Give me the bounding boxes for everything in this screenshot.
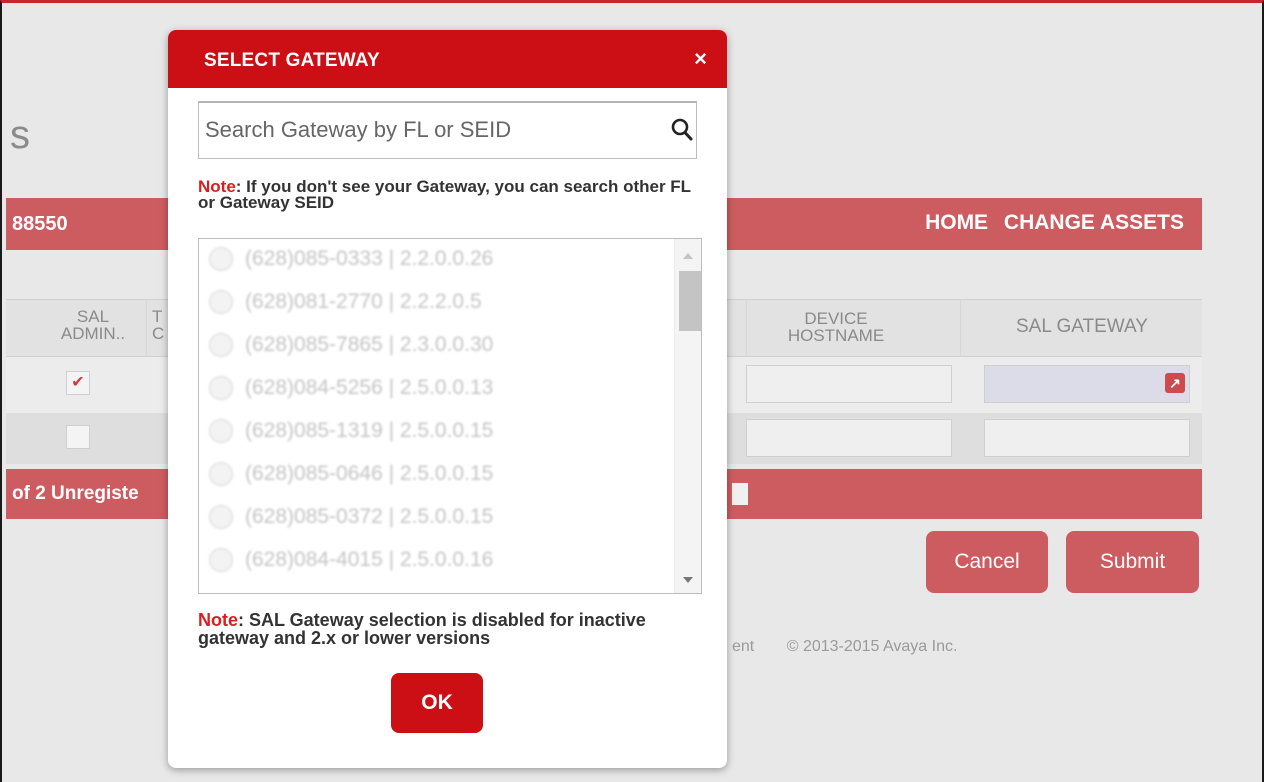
scroll-up-arrow-icon[interactable] (683, 253, 693, 259)
copyright-prefix: ent (732, 638, 755, 655)
sal-gateway-input[interactable] (984, 419, 1190, 457)
submit-button[interactable]: Submit (1066, 531, 1199, 593)
disabled-note: Note: SAL Gateway selection is disabled … (198, 611, 708, 647)
scroll-thumb[interactable] (679, 271, 701, 331)
ok-button[interactable]: OK (391, 673, 483, 733)
gateway-label: (628)084-4015 | 2.5.0.0.16 (245, 548, 494, 571)
device-hostname-input[interactable] (746, 419, 952, 457)
search-icon[interactable] (670, 117, 694, 143)
gateway-list-item: (628)084-5256 | 2.5.0.0.13 (209, 376, 649, 406)
gateway-radio (209, 333, 233, 358)
copyright: ent © 2013-2015 Avaya Inc. (732, 638, 957, 656)
search-note: Note: If you don't see your Gateway, you… (198, 177, 708, 212)
column-header-sal-gateway: SAL GATEWAY (1016, 316, 1148, 337)
gateway-search (198, 101, 697, 159)
external-link-icon[interactable]: ↗ (1165, 373, 1185, 393)
gateway-list-item: (628)085-0372 | 2.5.0.0.15 (209, 505, 649, 535)
sal-admin-checkbox[interactable] (66, 425, 90, 449)
gateway-radio (209, 462, 233, 487)
gateway-radio (209, 548, 233, 573)
sal-gateway-input[interactable]: ↗ (984, 365, 1190, 403)
checkmark-icon: ✔ (71, 374, 85, 391)
gateway-list-item: (628)084-4015 | 2.5.0.0.16 (209, 548, 649, 578)
select-gateway-dialog: SELECT GATEWAY × Note: If you don't see … (168, 30, 727, 768)
device-hostname-input[interactable] (746, 365, 952, 403)
gateway-list-item: (628)085-0333 | 2.2.0.0.26 (209, 247, 649, 277)
note-text: : If you don't see your Gateway, you can… (198, 177, 691, 212)
dialog-title: SELECT GATEWAY (204, 50, 380, 71)
gateway-list[interactable]: (628)085-0333 | 2.2.0.0.26 (628)081-2770… (198, 238, 702, 594)
nav-home-link[interactable]: HOME (925, 211, 988, 234)
gateway-label: (628)085-7865 | 2.3.0.0.30 (245, 333, 494, 356)
pager-control[interactable] (732, 483, 748, 505)
copyright-text: © 2013-2015 Avaya Inc. (786, 638, 958, 655)
gateway-radio (209, 419, 233, 444)
sal-admin-checkbox[interactable]: ✔ (66, 371, 90, 395)
gateway-list-item: (628)085-7865 | 2.3.0.0.30 (209, 333, 649, 363)
column-header-device-hostname: DEVICE HOSTNAME (787, 309, 885, 345)
note-label: Note (198, 610, 238, 630)
gateway-search-input[interactable] (201, 107, 661, 153)
note-text: : SAL Gateway selection is disabled for … (198, 610, 646, 648)
dialog-header: SELECT GATEWAY × (168, 30, 727, 88)
gateway-radio (209, 505, 233, 530)
gateway-radio (209, 376, 233, 401)
gateway-label: (628)085-1319 | 2.5.0.0.15 (245, 419, 494, 442)
gateway-list-item: (628)085-1319 | 2.5.0.0.15 (209, 419, 649, 449)
gateway-label: (628)085-0333 | 2.2.0.0.26 (245, 247, 494, 270)
list-scrollbar[interactable] (674, 239, 701, 593)
gateway-label: (628)085-0646 | 2.5.0.0.15 (245, 462, 494, 485)
scroll-down-arrow-icon[interactable] (683, 577, 693, 583)
close-icon[interactable]: × (694, 46, 707, 72)
account-number: 88550 (12, 213, 68, 235)
gateway-radio (209, 247, 233, 272)
gateway-label: (628)084-5256 | 2.5.0.0.13 (245, 376, 494, 399)
page-title: s (10, 113, 30, 157)
gateway-radio (209, 290, 233, 315)
nav-change-assets-link[interactable]: CHANGE ASSETS (1004, 211, 1184, 234)
gateway-label: (628)081-2770 | 2.2.2.0.5 (245, 290, 482, 313)
column-header-sal-admin: SAL ADMIN.. (60, 307, 126, 343)
unregistered-count: of 2 Unregiste (12, 483, 139, 504)
top-nav: HOME CHANGE ASSETS (915, 211, 1184, 235)
gateway-label: (628)085-0372 | 2.5.0.0.15 (245, 505, 494, 528)
gateway-list-item: (628)081-2770 | 2.2.2.0.5 (209, 290, 649, 320)
cancel-button[interactable]: Cancel (926, 531, 1048, 593)
gateway-list-item: (628)085-0646 | 2.5.0.0.15 (209, 462, 649, 492)
